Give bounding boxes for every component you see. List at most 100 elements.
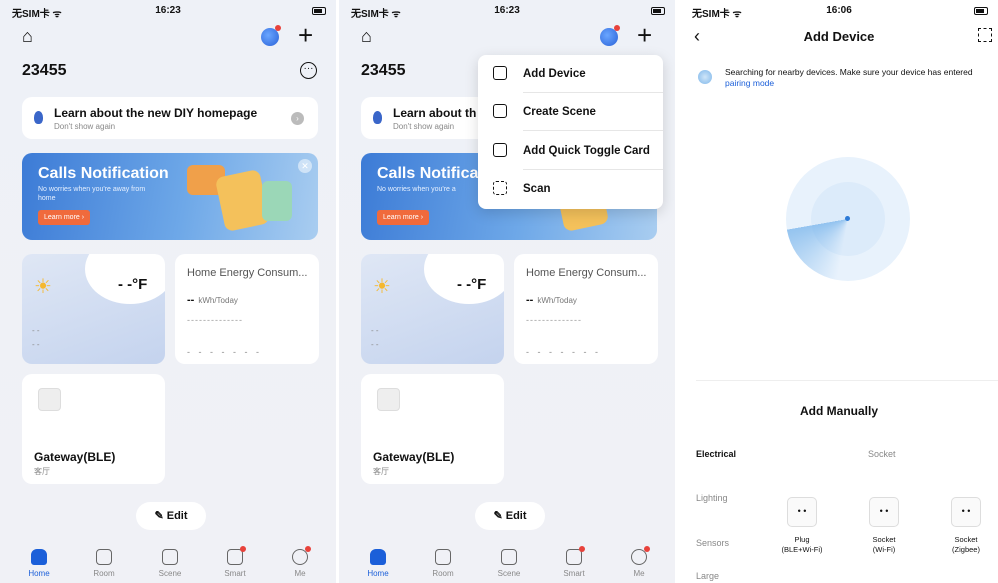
scene-icon	[162, 549, 178, 565]
dont-show-link[interactable]: Don't show again	[393, 122, 454, 131]
category-lighting[interactable]: Lighting	[696, 493, 728, 503]
energy-value: -- kWh/Today	[187, 294, 238, 306]
tab-bar: Home Room Scene Smart Me	[339, 543, 675, 583]
pairing-mode-link[interactable]: pairing mode	[725, 78, 774, 88]
menu-item-scan[interactable]: Scan	[478, 170, 663, 208]
edit-button[interactable]: ✎ Edit	[136, 502, 206, 530]
weather-card[interactable]: ☀ - -°F - - - -	[22, 254, 165, 364]
energy-card[interactable]: Home Energy Consum... -- kWh/Today ------…	[514, 254, 658, 364]
room-icon	[435, 549, 451, 565]
learn-title: Learn about th	[393, 106, 477, 120]
more-icon[interactable]: ···	[300, 62, 317, 79]
battery-icon	[651, 7, 665, 15]
add-manually-heading: Add Manually	[799, 404, 878, 418]
room-icon	[96, 549, 112, 565]
learn-card[interactable]: Learn about the new DIY homepage Don't s…	[22, 97, 318, 139]
home-screen: 无SIM卡 ᯤ 16:23 ⌂ + 23455 ··· Learn about …	[0, 0, 336, 583]
device-name: Gateway(BLE)	[34, 450, 116, 464]
tab-smart[interactable]: Smart	[215, 546, 255, 578]
add-icon[interactable]: +	[637, 20, 652, 51]
device-socket-wifi[interactable]: Socket(Wi-Fi)	[854, 497, 914, 555]
tab-room[interactable]: Room	[84, 549, 124, 578]
tab-scene[interactable]: Scene	[150, 549, 190, 578]
battery-icon	[974, 7, 988, 15]
socket-icon	[951, 497, 981, 527]
tab-home[interactable]: Home	[358, 549, 398, 578]
menu-item-add-device[interactable]: Add Device	[478, 55, 663, 93]
category-sensors[interactable]: Sensors	[696, 538, 729, 548]
weather-card[interactable]: ☀ - -°F - - - -	[361, 254, 504, 364]
energy-title: Home Energy Consum...	[526, 267, 647, 279]
status-bar: 无SIM卡 ᯤ 16:23	[339, 5, 675, 20]
category-electrical[interactable]: Electrical	[696, 449, 736, 459]
scan-icon[interactable]	[978, 28, 992, 42]
device-socket-zigbee[interactable]: Socket(Zigbee)	[936, 497, 996, 555]
assistant-icon[interactable]	[600, 25, 620, 46]
gateway-icon	[38, 388, 61, 411]
home-title[interactable]: 23455	[22, 62, 67, 80]
banner-title: Calls Notifica	[377, 165, 479, 182]
tab-home[interactable]: Home	[19, 549, 59, 578]
bulb-icon	[373, 111, 382, 124]
add-device-icon	[493, 66, 507, 80]
scene-icon	[501, 549, 517, 565]
category-large[interactable]: Large	[696, 571, 719, 581]
menu-item-quick-toggle[interactable]: Add Quick Toggle Card	[478, 132, 663, 170]
top-bar: ⌂ +	[339, 20, 675, 50]
energy-chart-placeholder: - - - - - - -	[187, 347, 262, 357]
sun-icon: ☀	[34, 276, 52, 298]
battery-icon	[312, 7, 326, 15]
tab-me[interactable]: Me	[619, 546, 659, 578]
weather-detail: - -	[371, 326, 379, 335]
tab-scene[interactable]: Scene	[489, 549, 529, 578]
section-header: Socket	[868, 449, 896, 459]
dont-show-link[interactable]: Don't show again	[54, 122, 115, 131]
promo-banner[interactable]: Calls Notification No worries when you'r…	[22, 153, 318, 240]
energy-unit: kWh/Today	[537, 296, 577, 305]
energy-chart-placeholder: --------------	[187, 315, 243, 325]
device-plug[interactable]: Plug(BLE+Wi-Fi)	[772, 497, 832, 555]
tab-bar: Home Room Scene Smart Me	[0, 543, 336, 583]
assistant-icon[interactable]	[261, 25, 281, 46]
temperature: - -°F	[118, 276, 148, 293]
page-title: Add Device	[803, 29, 875, 44]
create-scene-icon	[493, 104, 507, 118]
device-name: Gateway(BLE)	[373, 450, 455, 464]
add-icon[interactable]: +	[298, 20, 313, 51]
card-art	[262, 181, 292, 221]
device-card-gateway[interactable]: Gateway(BLE) 客厅	[22, 374, 165, 484]
clock: 16:23	[155, 5, 181, 16]
home-tab-icon	[31, 549, 47, 565]
tab-me[interactable]: Me	[280, 546, 320, 578]
close-icon[interactable]: ✕	[298, 159, 312, 173]
energy-card[interactable]: Home Energy Consum... -- kWh/Today ------…	[175, 254, 319, 364]
device-card-gateway[interactable]: Gateway(BLE) 客厅	[361, 374, 504, 484]
learn-more-button[interactable]: Learn more ›	[38, 210, 91, 225]
socket-icon	[869, 497, 899, 527]
weather-detail: - -	[371, 340, 379, 349]
me-icon	[292, 546, 311, 565]
device-room: 客厅	[34, 467, 50, 476]
energy-unit: kWh/Today	[198, 296, 238, 305]
radar-animation	[786, 157, 910, 281]
home-title[interactable]: 23455	[361, 62, 406, 80]
add-menu: Add Device Create Scene Add Quick Toggle…	[478, 55, 663, 209]
home-tab-icon	[370, 549, 386, 565]
tab-smart[interactable]: Smart	[554, 546, 594, 578]
home-icon[interactable]: ⌂	[361, 26, 372, 47]
plug-icon	[787, 497, 817, 527]
energy-value: -- kWh/Today	[526, 294, 577, 306]
divider	[696, 380, 998, 381]
loading-icon	[698, 70, 712, 84]
home-icon[interactable]: ⌂	[22, 26, 33, 47]
toggle-card-icon	[493, 143, 507, 157]
tab-room[interactable]: Room	[423, 549, 463, 578]
learn-more-button[interactable]: Learn more ›	[377, 210, 430, 225]
banner-subtitle: No worries when you're away from home	[38, 186, 146, 202]
menu-item-create-scene[interactable]: Create Scene	[478, 93, 663, 131]
arrow-right-icon[interactable]: ›	[291, 112, 304, 125]
edit-button[interactable]: ✎ Edit	[475, 502, 545, 530]
learn-title: Learn about the new DIY homepage	[54, 106, 258, 120]
smart-icon	[227, 546, 246, 565]
search-hint: Searching for nearby devices. Make sure …	[725, 67, 973, 88]
